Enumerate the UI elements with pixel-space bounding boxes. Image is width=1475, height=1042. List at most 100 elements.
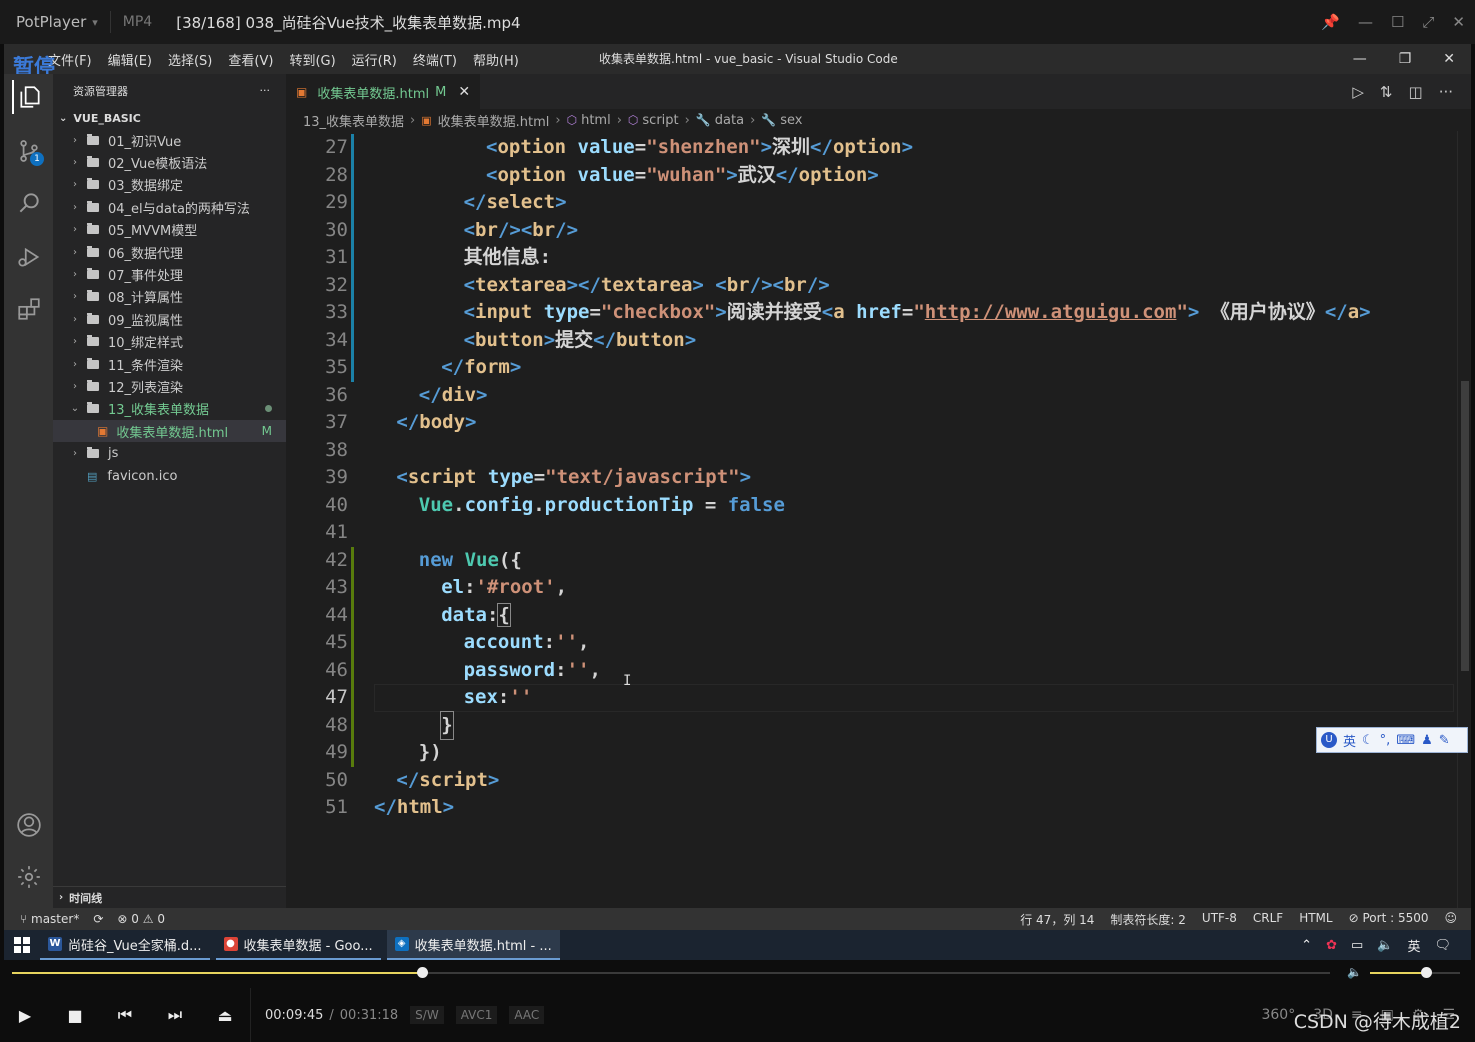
- problems-status[interactable]: ⊗ 0 ⚠ 0: [117, 912, 165, 926]
- stop-icon[interactable]: ■: [50, 988, 100, 1042]
- tree-folder[interactable]: › 04_el与data的两种写法: [53, 196, 286, 218]
- user-icon[interactable]: ♟: [1421, 733, 1433, 748]
- run-icon[interactable]: ▷: [1352, 83, 1364, 101]
- punctuation-icon[interactable]: °,: [1380, 733, 1391, 748]
- notification-icon[interactable]: 🗨: [1434, 938, 1451, 953]
- menu-selection[interactable]: 选择(S): [168, 50, 212, 69]
- ime-toolbar[interactable]: U 英 ☾ °, ⌨ ♟ ✎: [1316, 727, 1468, 753]
- tree-folder[interactable]: › 09_监视属性: [53, 308, 286, 330]
- tree-folder[interactable]: › 03_数据绑定: [53, 174, 286, 196]
- seek-track[interactable]: [12, 967, 1330, 978]
- windows-start-icon[interactable]: [4, 930, 40, 960]
- tree-folder[interactable]: › 06_数据代理: [53, 241, 286, 263]
- volume-icon[interactable]: 🔈: [1377, 938, 1393, 953]
- vr-360-button[interactable]: 360°: [1261, 1007, 1295, 1023]
- code-editor[interactable]: 27 <option value="shenzhen">深圳</option> 28…: [286, 131, 1471, 908]
- taskbar-app[interactable]: ◈ 收集表单数据.html - ...: [386, 930, 560, 960]
- source-control-icon[interactable]: 1: [12, 134, 46, 168]
- breadcrumb-script[interactable]: script: [642, 113, 678, 128]
- more-actions-icon[interactable]: ···: [1439, 83, 1453, 101]
- next-icon[interactable]: ⏭: [150, 988, 200, 1042]
- wrench-icon[interactable]: ✎: [1439, 733, 1450, 748]
- split-editor-icon[interactable]: ◫: [1409, 83, 1423, 101]
- tree-folder[interactable]: › 01_初识Vue: [53, 129, 286, 151]
- minimize-icon[interactable]: —: [1358, 13, 1373, 31]
- network-icon[interactable]: ▭: [1351, 938, 1363, 953]
- settings-gear-icon[interactable]: [12, 860, 46, 894]
- potplayer-menu[interactable]: PotPlayer: [0, 13, 86, 31]
- breadcrumb-folder[interactable]: 13_收集表单数据: [303, 111, 404, 130]
- ime-lang[interactable]: 英: [1343, 731, 1356, 750]
- live-server-status[interactable]: ⊘ Port : 5500: [1349, 911, 1429, 928]
- tray-ime-lang[interactable]: 英: [1407, 936, 1420, 955]
- menu-view[interactable]: 查看(V): [228, 50, 273, 69]
- chevron-down-icon[interactable]: ▾: [92, 16, 98, 29]
- account-icon[interactable]: [12, 808, 46, 842]
- language-mode[interactable]: HTML: [1299, 911, 1332, 928]
- breadcrumb-file[interactable]: 收集表单数据.html: [438, 111, 550, 130]
- volume-handle[interactable]: [1420, 967, 1432, 978]
- tab-collect-form[interactable]: ▣ 收集表单数据.html M ✕: [286, 74, 481, 109]
- previous-icon[interactable]: ⏮: [100, 988, 150, 1042]
- decoder-tag[interactable]: S/W: [410, 1006, 444, 1024]
- tree-file-selected[interactable]: ▣ 收集表单数据.html M: [53, 420, 286, 443]
- moon-icon[interactable]: ☾: [1362, 733, 1374, 748]
- tree-folder[interactable]: › 02_Vue模板语法: [53, 151, 286, 173]
- scroll-thumb[interactable]: [1461, 381, 1469, 671]
- run-debug-icon[interactable]: [12, 240, 46, 274]
- keyboard-icon[interactable]: ⌨: [1396, 733, 1415, 748]
- more-actions-icon[interactable]: ···: [260, 84, 271, 97]
- cursor-position[interactable]: 行 47，列 14: [1020, 911, 1094, 928]
- tree-folder[interactable]: › 12_列表渲染: [53, 375, 286, 397]
- gutter-add-marker[interactable]: [351, 546, 354, 767]
- eject-icon[interactable]: ⏏: [200, 988, 250, 1042]
- chevron-up-icon[interactable]: ⌃: [1301, 938, 1312, 953]
- extensions-icon[interactable]: [12, 292, 46, 326]
- menu-terminal[interactable]: 终端(T): [413, 50, 457, 69]
- menu-run[interactable]: 运行(R): [352, 50, 397, 69]
- tree-folder[interactable]: › 05_MVVM模型: [53, 219, 286, 241]
- line-ending[interactable]: CRLF: [1253, 911, 1283, 928]
- sync-icon[interactable]: ⟳: [93, 912, 103, 926]
- speaker-icon[interactable]: 🔈: [1347, 965, 1362, 979]
- menu-edit[interactable]: 编辑(E): [108, 50, 152, 69]
- feedback-icon[interactable]: ☺: [1444, 911, 1457, 928]
- menu-go[interactable]: 转到(G): [289, 50, 335, 69]
- tree-folder[interactable]: › js: [53, 442, 286, 464]
- tree-folder[interactable]: › 11_条件渲染: [53, 353, 286, 375]
- video-codec-tag[interactable]: AVC1: [455, 1006, 498, 1024]
- flower-icon[interactable]: ✿: [1326, 938, 1337, 953]
- breadcrumb-html[interactable]: html: [581, 113, 611, 128]
- tree-folder[interactable]: › 10_绑定样式: [53, 331, 286, 353]
- play-icon[interactable]: ▶: [0, 988, 50, 1042]
- tree-folder[interactable]: › 07_事件处理: [53, 263, 286, 285]
- branch-status[interactable]: ⑂ master*: [20, 912, 79, 926]
- explorer-icon[interactable]: [12, 80, 46, 114]
- pin-icon[interactable]: 📌: [1321, 13, 1340, 31]
- tree-file[interactable]: ▤ favicon.ico: [53, 465, 286, 487]
- tree-folder[interactable]: ⌄ 13_收集表单数据: [53, 398, 286, 420]
- close-icon[interactable]: ✕: [1443, 51, 1455, 67]
- encoding[interactable]: UTF-8: [1202, 911, 1237, 928]
- project-section[interactable]: ⌄ VUE_BASIC: [53, 107, 286, 129]
- volume-slider[interactable]: [1370, 967, 1460, 978]
- minimize-icon[interactable]: —: [1353, 51, 1367, 67]
- search-icon[interactable]: [12, 186, 46, 220]
- breadcrumb-data[interactable]: data: [715, 113, 744, 128]
- breadcrumb-sex[interactable]: sex: [780, 113, 802, 128]
- timeline-section[interactable]: › 时间线: [53, 886, 286, 908]
- gutter-change-marker[interactable]: [351, 134, 354, 382]
- restore-icon[interactable]: ❐: [1399, 51, 1412, 67]
- audio-codec-tag[interactable]: AAC: [509, 1006, 545, 1024]
- close-tab-icon[interactable]: ✕: [458, 84, 470, 100]
- open-changes-icon[interactable]: ⇅: [1380, 83, 1393, 101]
- editor-scrollbar[interactable]: [1457, 131, 1471, 908]
- close-icon[interactable]: ✕: [1452, 13, 1465, 31]
- menu-help[interactable]: 帮助(H): [473, 50, 519, 69]
- maximize-icon[interactable]: ☐: [1391, 13, 1404, 31]
- taskbar-app[interactable]: W 尚硅谷_Vue全家桶.d...: [40, 930, 210, 960]
- seek-handle[interactable]: [416, 967, 428, 978]
- taskbar-app[interactable]: ● 收集表单数据 - Goo...: [215, 930, 381, 960]
- tree-folder[interactable]: › 08_计算属性: [53, 286, 286, 308]
- tab-size[interactable]: 制表符长度: 2: [1110, 911, 1186, 928]
